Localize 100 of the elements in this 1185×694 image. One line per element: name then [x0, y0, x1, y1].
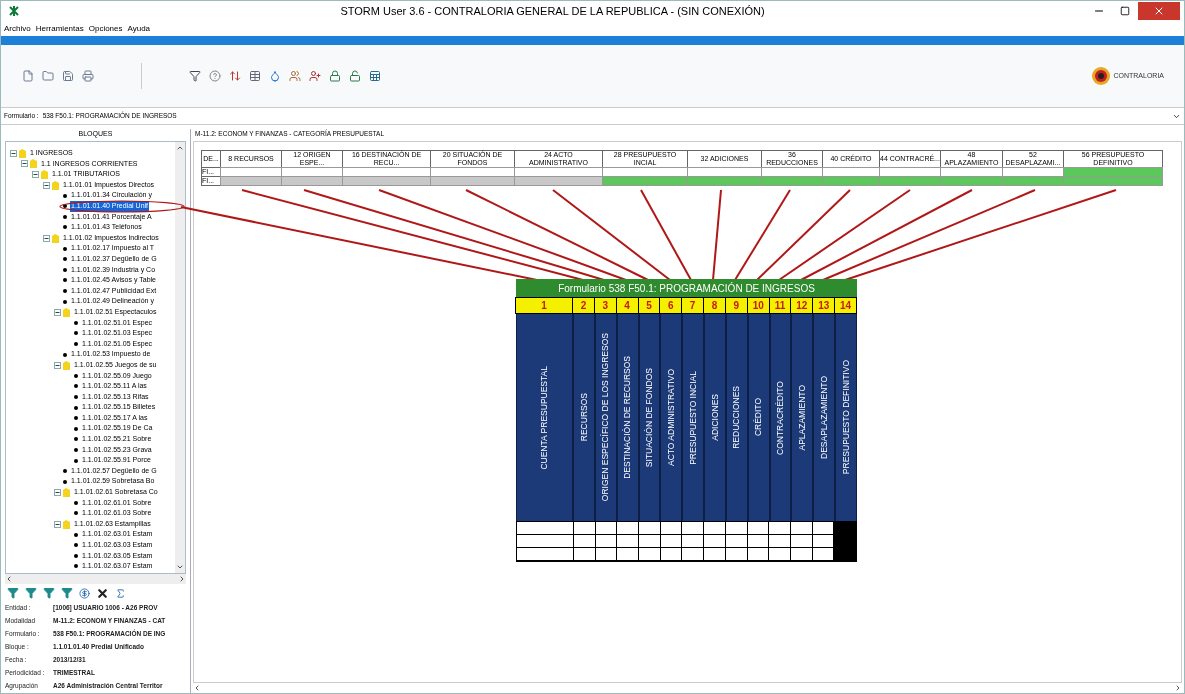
collapse-icon[interactable] [43, 234, 50, 242]
collapse-icon[interactable] [54, 488, 61, 496]
grid-cell[interactable] [940, 176, 1003, 186]
grid-cell[interactable] [281, 176, 343, 186]
folder-icon [63, 307, 70, 317]
bullet-icon [63, 204, 67, 209]
menu-item[interactable]: Ayuda [127, 22, 151, 35]
column-heading: CRÉDITO [747, 314, 770, 521]
grid-cell[interactable] [1002, 176, 1064, 186]
folder-icon [63, 487, 70, 497]
column-heading: PRESUPUESTO INCIAL [682, 314, 705, 521]
user-plus-icon[interactable] [308, 69, 322, 83]
bullet-icon [74, 500, 78, 505]
grid-cell[interactable] [430, 176, 515, 186]
column-heading: DESAPLAZAMIENTO [813, 314, 836, 521]
unlock-icon[interactable] [348, 69, 362, 83]
filter-icon[interactable] [188, 69, 202, 83]
scroll-right-icon[interactable] [1174, 684, 1182, 692]
column-number: 10 [746, 297, 770, 314]
delete-icon[interactable] [96, 586, 109, 600]
column-number: 6 [659, 297, 683, 314]
coin-icon[interactable] [79, 587, 90, 599]
filter-icon[interactable] [25, 587, 37, 599]
column-heading: PRESUPUESTO DEFINITIVO [835, 314, 857, 521]
bullet-icon [74, 447, 78, 452]
bullet-icon [74, 437, 78, 442]
bullet-icon [74, 416, 78, 421]
app-icon [9, 6, 19, 16]
scroll-right-icon[interactable] [178, 575, 186, 583]
collapse-icon[interactable] [32, 171, 39, 178]
filter-icon[interactable] [7, 587, 19, 599]
filter-icon[interactable] [61, 587, 73, 599]
scroll-down-icon[interactable] [176, 563, 184, 571]
collapse-icon[interactable] [54, 361, 61, 369]
drop-icon[interactable] [268, 69, 282, 83]
column-number: 8 [703, 297, 726, 314]
column-heading: SITUACIÓN DE FONDOS [638, 314, 661, 521]
grid-cell[interactable] [822, 176, 880, 186]
bullet-icon [74, 543, 78, 548]
column-number: 13 [812, 297, 836, 314]
column-number: 7 [681, 297, 705, 314]
spreadsheet-icon[interactable] [368, 69, 382, 83]
bullet-icon [74, 342, 78, 346]
help-icon[interactable] [208, 69, 222, 83]
users-icon[interactable] [288, 69, 302, 83]
bullet-icon [63, 352, 67, 357]
sigma-icon[interactable] [115, 587, 126, 599]
scroll-left-icon[interactable] [193, 684, 201, 692]
grid-cell[interactable] [342, 176, 431, 186]
column-heading: CONTRACRÉDITO [769, 314, 792, 521]
bullet-icon [63, 214, 67, 219]
grid-cell[interactable] [879, 176, 941, 186]
collapse-icon[interactable] [54, 308, 61, 316]
grid-cell[interactable] [602, 176, 688, 186]
bullet-icon [74, 426, 78, 431]
collapse-icon[interactable] [21, 160, 28, 168]
menu-item[interactable]: Opciones [88, 22, 123, 35]
scroll-up-icon[interactable] [176, 144, 184, 152]
folder-icon [63, 360, 70, 370]
column-heading: DESTINACIÓN DE RECURSOS [616, 314, 639, 521]
menu-item[interactable]: Herramientas [35, 22, 84, 35]
column-heading: ADICIONES [704, 314, 726, 521]
save-icon[interactable] [61, 69, 75, 83]
scrollbar[interactable] [175, 142, 185, 573]
column-number: 9 [724, 297, 748, 314]
bullet-icon [63, 289, 67, 293]
new-file-icon[interactable] [21, 69, 35, 83]
scroll-left-icon[interactable] [5, 575, 13, 583]
table-icon[interactable] [248, 69, 262, 83]
column-number: 4 [615, 297, 639, 314]
grid-cell[interactable] [1063, 176, 1163, 186]
filter-icon[interactable] [43, 587, 55, 599]
column-number: 2 [572, 297, 595, 314]
column-heading: CUENTA PRESUPUESTAL [516, 314, 573, 521]
collapse-icon[interactable] [43, 181, 50, 189]
bullet-icon [63, 246, 67, 251]
bullet-icon [63, 278, 67, 283]
column-number: 14 [834, 297, 857, 314]
window-title: STORM User 3.6 - CONTRALORIA GENERAL DE LA REPUBLICA - (SIN CONEXIÓN) [339, 3, 766, 19]
grid-cell[interactable] [1063, 167, 1163, 177]
folder-icon[interactable] [41, 69, 55, 83]
grid-cell[interactable] [687, 176, 762, 186]
lock-icon[interactable] [328, 69, 342, 83]
folder-icon [63, 519, 70, 529]
collapse-icon[interactable] [54, 520, 61, 528]
column-number: 3 [593, 297, 617, 314]
grid-cell[interactable] [514, 176, 603, 186]
horizontal-scrollbar[interactable] [5, 574, 186, 584]
logo-icon [1091, 66, 1112, 86]
sort-icon[interactable] [228, 69, 242, 83]
horizontal-scrollbar[interactable] [193, 683, 1182, 693]
bullet-icon [74, 394, 78, 399]
printer-icon[interactable] [81, 69, 95, 83]
grid-cell[interactable] [761, 176, 823, 186]
bullet-icon [63, 257, 67, 262]
collapse-icon[interactable] [10, 149, 17, 157]
column-heading: RECURSOS [573, 314, 595, 521]
grid-cell[interactable] [220, 176, 282, 186]
menu-item[interactable]: Archivo [4, 22, 31, 35]
column-number: 12 [790, 297, 814, 314]
